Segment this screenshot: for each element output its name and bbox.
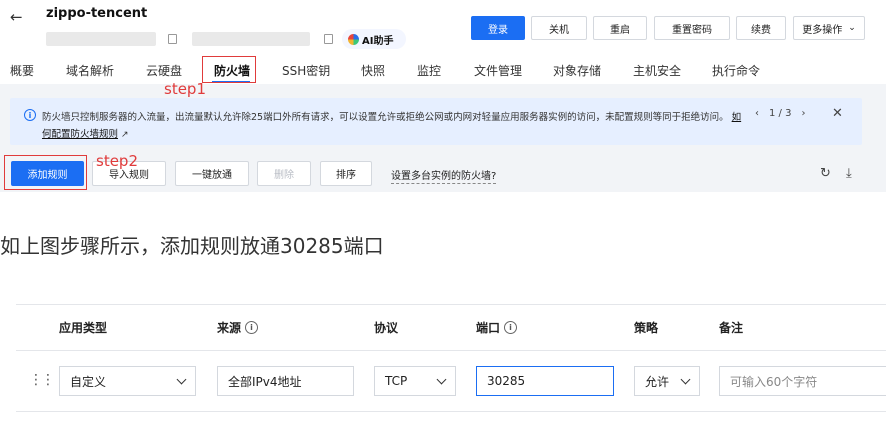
tab-run-command[interactable]: 执行命令: [712, 62, 760, 79]
source-input[interactable]: 全部IPv4地址: [217, 366, 354, 396]
remark-placeholder: 可输入60个字符: [730, 374, 818, 389]
table-bottom-border: [16, 411, 886, 412]
pager-count: 1 / 3: [769, 108, 792, 119]
header-app-type-label: 应用类型: [59, 321, 108, 335]
tab-cloud-disk[interactable]: 云硬盘: [146, 62, 182, 79]
help-icon[interactable]: i: [245, 321, 259, 334]
protocol-value: TCP: [385, 374, 408, 388]
ai-assistant-label: AI助手: [362, 35, 394, 47]
chevron-down-icon: ⌄: [848, 23, 856, 33]
ai-assistant-button[interactable]: AI助手: [342, 29, 406, 49]
step2-highlight-box: [4, 155, 87, 190]
info-icon: i: [24, 109, 36, 121]
delete-button[interactable]: 删除: [257, 161, 311, 186]
renew-button[interactable]: 续费: [736, 16, 786, 40]
port-value: 30285: [487, 374, 526, 388]
chevron-down-icon: [680, 374, 691, 385]
header-source-label: 来源: [217, 321, 242, 335]
step1-annotation: step1: [164, 80, 206, 98]
copy-icon[interactable]: [324, 34, 333, 44]
ai-logo-icon: [348, 33, 359, 45]
app-type-select[interactable]: 自定义: [59, 366, 196, 396]
tab-object-storage[interactable]: 对象存储: [553, 62, 601, 79]
shutdown-button[interactable]: 关机: [531, 16, 587, 40]
header-source: 来源 i: [217, 319, 259, 336]
tab-bar: 概要 域名解析 云硬盘 防火墙 SSH密钥 快照 监控 文件管理 对象存储 主机…: [0, 58, 886, 84]
redacted-instance-id: [46, 32, 156, 46]
back-arrow-icon[interactable]: ←: [10, 8, 23, 26]
header-policy: 策略: [634, 319, 658, 336]
port-input[interactable]: 30285: [476, 366, 614, 396]
tab-ssh-keys[interactable]: SSH密钥: [282, 62, 330, 79]
one-click-open-button[interactable]: 一键放通: [175, 161, 249, 186]
header-app-type: 应用类型: [59, 319, 107, 336]
banner-text: 防火墙只控制服务器的入流量，出流量默认允许除25端口外所有请求，可以设置允许或拒…: [42, 112, 729, 123]
source-value: 全部IPv4地址: [228, 374, 302, 389]
tab-file-management[interactable]: 文件管理: [474, 62, 522, 79]
banner-message: 防火墙只控制服务器的入流量，出流量默认允许除25端口外所有请求，可以设置允许或拒…: [42, 109, 742, 144]
header-remark: 备注: [719, 319, 743, 336]
close-icon[interactable]: ✕: [832, 106, 843, 121]
header-remark-label: 备注: [719, 321, 744, 335]
app-type-value: 自定义: [70, 374, 107, 389]
header-protocol: 协议: [374, 319, 398, 336]
multi-instance-firewall-link[interactable]: 设置多台实例的防火墙?: [391, 167, 497, 184]
restart-button[interactable]: 重启: [593, 16, 647, 40]
external-link-icon[interactable]: ↗: [121, 130, 129, 140]
refresh-icon[interactable]: ↻: [820, 166, 831, 181]
more-actions-dropdown[interactable]: 更多操作 ⌄: [793, 16, 865, 40]
protocol-select[interactable]: TCP: [374, 366, 456, 396]
help-icon[interactable]: i: [504, 321, 518, 334]
tab-domain[interactable]: 域名解析: [66, 62, 114, 79]
chevron-left-icon[interactable]: ‹: [755, 108, 759, 119]
header-policy-label: 策略: [634, 321, 659, 335]
login-button[interactable]: 登录: [471, 16, 525, 40]
chevron-down-icon: [176, 374, 187, 385]
redacted-ip-address: [192, 32, 310, 46]
banner-pager: ‹ 1 / 3 ›: [755, 108, 805, 119]
tab-snapshots[interactable]: 快照: [361, 62, 385, 79]
header-port-label: 端口: [476, 321, 501, 335]
tab-monitoring[interactable]: 监控: [417, 62, 441, 79]
header-protocol-label: 协议: [374, 321, 399, 335]
copy-icon[interactable]: [168, 34, 177, 44]
reset-password-button[interactable]: 重置密码: [654, 16, 730, 40]
more-actions-label: 更多操作: [802, 24, 843, 36]
header-port: 端口 i: [476, 319, 518, 336]
chevron-down-icon: [436, 374, 447, 385]
remark-input[interactable]: 可输入60个字符: [719, 366, 886, 396]
table-top-border: [16, 304, 886, 305]
tab-overview[interactable]: 概要: [10, 62, 34, 79]
policy-value: 允许: [645, 374, 670, 389]
step2-annotation: step2: [96, 152, 138, 170]
table-header-divider: [16, 350, 886, 351]
instance-title: zippo-tencent: [46, 6, 148, 21]
instruction-text: 如上图步骤所示，添加规则放通30285端口: [0, 234, 384, 258]
download-icon[interactable]: ⤓: [846, 166, 852, 181]
policy-select[interactable]: 允许: [634, 366, 700, 396]
drag-handle-icon[interactable]: ⋮⋮: [29, 372, 55, 388]
chevron-right-icon[interactable]: ›: [801, 108, 805, 119]
step1-highlight-box: [202, 56, 256, 83]
tab-host-security[interactable]: 主机安全: [633, 62, 681, 79]
sort-button[interactable]: 排序: [320, 161, 372, 186]
